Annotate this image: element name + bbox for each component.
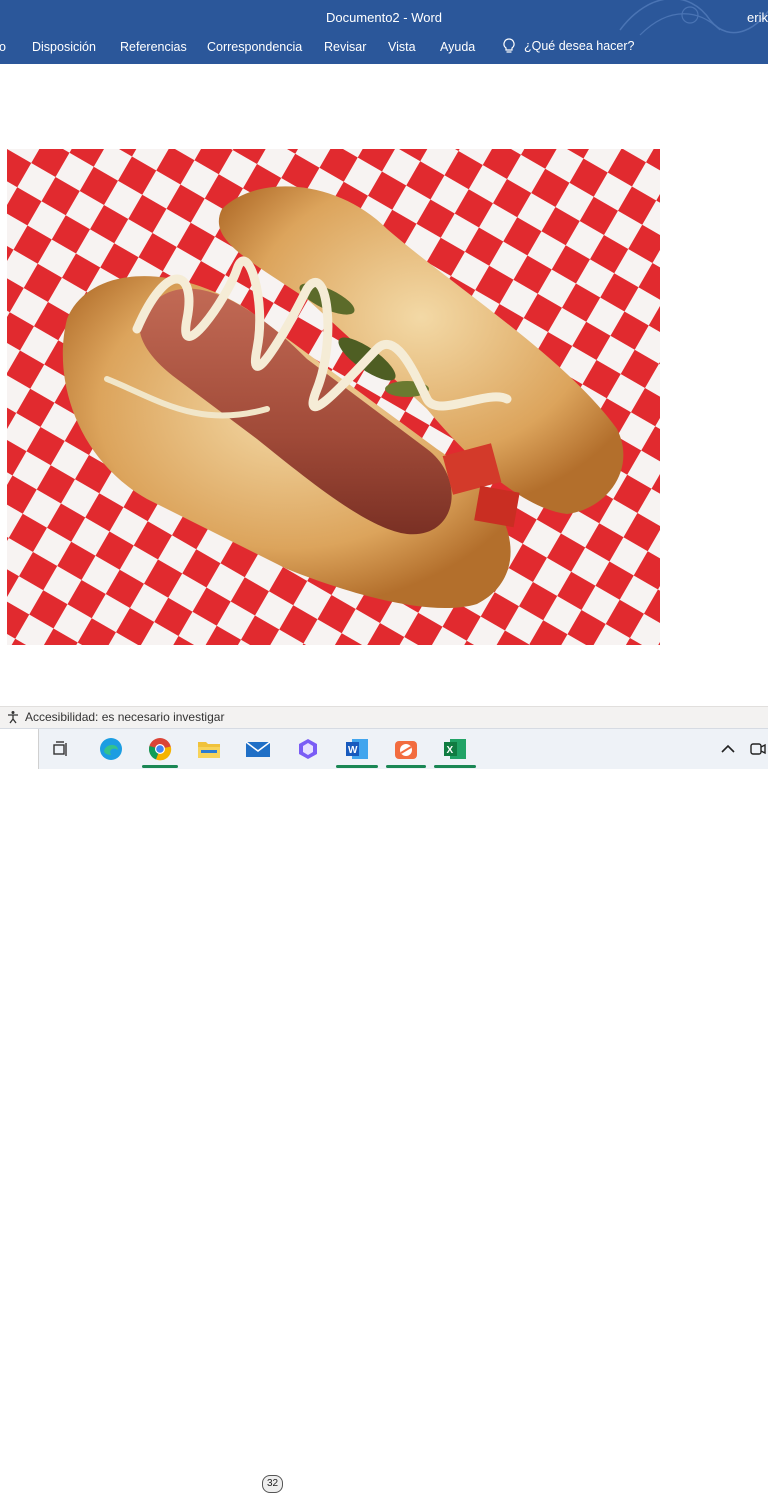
tray-app-icon[interactable] bbox=[748, 735, 768, 763]
accessibility-status[interactable]: Accesibilidad: es necesario investigar bbox=[6, 710, 224, 724]
tab-ayuda[interactable]: Ayuda bbox=[440, 40, 475, 54]
accessibility-icon bbox=[8, 711, 18, 724]
tab-referencias[interactable]: Referencias bbox=[120, 40, 187, 54]
chevron-up-icon[interactable] bbox=[714, 735, 742, 763]
svg-text:X: X bbox=[447, 745, 454, 756]
mail-badge: 32 bbox=[262, 1475, 283, 1493]
tell-me-label: ¿Qué desea hacer? bbox=[524, 39, 635, 53]
chrome-icon[interactable] bbox=[146, 735, 174, 763]
title-bar: Documento2 - Word erik bbox=[0, 0, 768, 64]
copilot-icon[interactable] bbox=[294, 735, 322, 763]
tab-revisar[interactable]: Revisar bbox=[324, 40, 366, 54]
taskbar-search-box[interactable] bbox=[0, 729, 39, 769]
taskbar: 32 W X bbox=[0, 728, 768, 1493]
file-explorer-icon[interactable] bbox=[195, 735, 223, 763]
word-app-icon[interactable]: W bbox=[343, 735, 371, 763]
svg-text:W: W bbox=[348, 745, 358, 756]
user-name[interactable]: erik bbox=[747, 10, 768, 25]
tab-correspondencia[interactable]: Correspondencia bbox=[207, 40, 302, 54]
task-view-icon[interactable] bbox=[47, 735, 75, 763]
snip-icon[interactable] bbox=[392, 735, 420, 763]
edge-icon[interactable] bbox=[97, 735, 125, 763]
hotdog-photo[interactable] bbox=[7, 149, 660, 645]
excel-icon[interactable]: X bbox=[441, 735, 469, 763]
tell-me-search[interactable]: ¿Qué desea hacer? bbox=[502, 38, 635, 54]
tab-disposicion[interactable]: Disposición bbox=[32, 40, 96, 54]
mail-icon[interactable] bbox=[244, 735, 272, 763]
accessibility-label: Accesibilidad: es necesario investigar bbox=[25, 710, 225, 724]
status-bar: Accesibilidad: es necesario investigar bbox=[0, 706, 768, 729]
tab-vista[interactable]: Vista bbox=[388, 40, 416, 54]
lightbulb-icon bbox=[503, 38, 515, 53]
window-title: Documento2 - Word bbox=[325, 10, 443, 25]
hotdog-image bbox=[7, 149, 660, 645]
tab-diseno[interactable]: o bbox=[0, 40, 6, 54]
